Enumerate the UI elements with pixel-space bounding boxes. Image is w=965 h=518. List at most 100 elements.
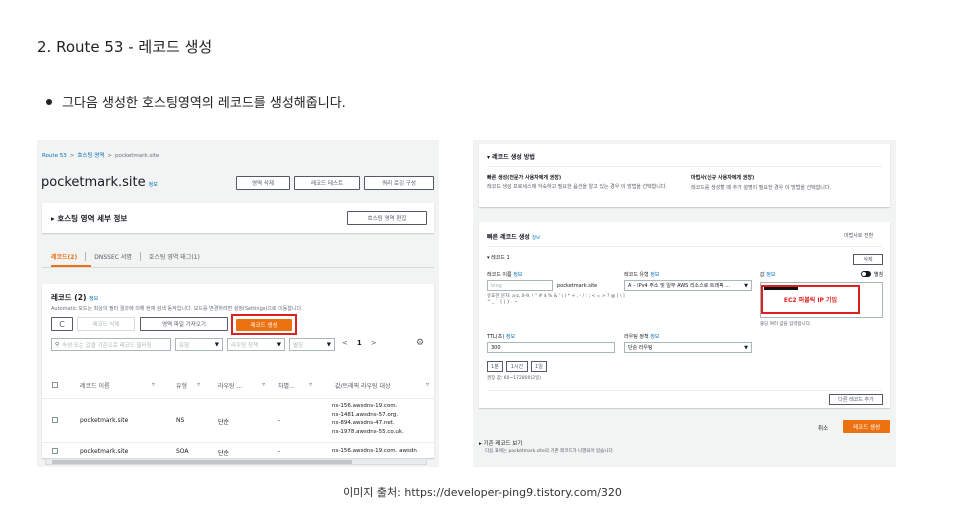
tab-records[interactable]: 레코드(2)	[51, 252, 87, 261]
ec2-ip-note: EC2 퍼블릭 IP 기입	[783, 297, 838, 304]
wizard-option[interactable]: 마법사(신규 사용자에게 권장)	[691, 174, 754, 181]
switch-to-wizard-link[interactable]: 마법사로 전환	[844, 232, 873, 239]
column-header-type[interactable]: 유형	[176, 381, 187, 390]
create-records-button[interactable]: 레코드 생성	[843, 420, 890, 433]
bullet-item: 그다음 생성한 호스팅영역의 레코드를 생성해줍니다.	[46, 92, 346, 111]
select-all-checkbox[interactable]	[52, 382, 58, 388]
scrollbar-thumb[interactable]	[52, 460, 352, 464]
breadcrumb-route53[interactable]: Route 53	[42, 153, 67, 159]
prev-page-button[interactable]: <	[342, 339, 348, 347]
create-record-screenshot: ▾ 레코드 생성 방법 빠른 생성(전문가 사용자에게 권장) 레코드 생성 프…	[473, 140, 896, 467]
record-value-line: ns-156.awsdns-19.com.	[332, 403, 398, 409]
record-name: pocketmark.site	[80, 417, 129, 424]
alias-filter-label: 별칭	[293, 342, 304, 349]
record-name-placeholder: blog	[491, 282, 502, 289]
domain-suffix: pocketmark.site	[557, 283, 598, 289]
delete-record-button[interactable]: 레코드 삭제	[77, 317, 135, 331]
tab-tags[interactable]: 호스팅 영역 태그(1)	[141, 252, 208, 261]
divider	[487, 390, 882, 391]
info-link[interactable]: 정보	[149, 182, 158, 188]
row-checkbox[interactable]	[52, 448, 58, 454]
breadcrumb-separator: >	[69, 153, 75, 159]
horizontal-scrollbar[interactable]	[45, 458, 427, 465]
ttl-label: TTL(초) 정보	[487, 333, 515, 340]
ttl-1hour-button[interactable]: 1시간	[506, 361, 528, 372]
record-differentiator: -	[278, 417, 281, 424]
existing-records-toggle[interactable]: ▸ 기존 레코드 보기	[479, 439, 522, 447]
row-checkbox[interactable]	[52, 417, 58, 423]
quick-create-option[interactable]: 빠른 생성(전문가 사용자에게 권장)	[487, 174, 561, 181]
info-link[interactable]: 정보	[650, 272, 659, 278]
refresh-icon: C	[59, 319, 65, 329]
quick-create-title: 빠른 레코드 생성 정보	[487, 232, 540, 241]
info-link[interactable]: 정보	[532, 236, 540, 241]
type-filter-dropdown[interactable]: 유형 ▼	[175, 338, 223, 351]
query-logging-button[interactable]: 쿼리 로깅 구성	[364, 176, 434, 190]
table-row[interactable]: pocketmark.site NS 단순 - ns-156.awsdns-19…	[42, 398, 434, 440]
info-link[interactable]: 정보	[766, 272, 775, 278]
value-label: 값 정보	[760, 271, 775, 278]
quick-create-description: 레코드 생성 프로세스에 익숙하고 필요한 옵션을 알고 있는 경우 이 방법을…	[487, 184, 668, 190]
alias-toggle[interactable]	[861, 271, 871, 277]
chevron-down-icon: ▼	[744, 344, 748, 351]
chevron-down-icon: ▼	[326, 341, 331, 348]
info-link[interactable]: 정보	[506, 334, 515, 340]
sort-icon[interactable]: ▿	[152, 381, 155, 388]
info-link[interactable]: 정보	[89, 296, 98, 302]
quick-create-title-text: 빠른 레코드 생성	[487, 234, 530, 241]
record-name-input[interactable]: blog	[487, 280, 553, 291]
record-value-line: ns-1978.awsdns-55.co.uk.	[332, 428, 404, 435]
hosted-zone-screenshot: Route 53 > 호스팅 영역 > pocketmark.site pocketma…	[37, 140, 439, 467]
record-type-label-text: 레코드 유형	[624, 272, 649, 278]
record-type: SOA	[176, 448, 189, 455]
record-type-label: 레코드 유형 정보	[624, 271, 659, 278]
policy-filter-dropdown[interactable]: 라우팅 정책 ▼	[227, 338, 285, 351]
next-page-button[interactable]: >	[371, 339, 377, 347]
ttl-1min-button[interactable]: 1분	[487, 361, 503, 372]
edit-zone-button[interactable]: 호스팅 영역 편집	[347, 211, 427, 225]
refresh-button[interactable]: C	[51, 317, 73, 331]
sort-icon[interactable]: ▿	[262, 381, 265, 388]
quick-create-card: 빠른 레코드 생성 정보 마법사로 전환 ▾ 레코드 1 삭제 레코드 이름 정…	[479, 222, 890, 408]
record-search-input[interactable]: ⚲ 속성 또는 값을 기준으로 레코드 필터링	[51, 338, 171, 351]
zone-details-toggle[interactable]: ▸ 호스팅 영역 세부 정보	[51, 213, 127, 224]
column-header-name[interactable]: 레코드 이름	[80, 381, 110, 390]
record-value: ns-156.awsdns-19.com. awsdn	[332, 448, 417, 454]
sort-icon[interactable]: ▿	[309, 381, 312, 388]
column-header-policy[interactable]: 라우팅 ...	[218, 381, 242, 390]
image-caption: 이미지 출처: https://developer-ping9.tistory.…	[343, 486, 622, 499]
record-name-label-text: 레코드 이름	[487, 272, 512, 278]
column-header-value[interactable]: 값/트래픽 라우팅 대상	[335, 381, 391, 390]
column-header-differentiator[interactable]: 차별...	[278, 381, 295, 390]
record-type: NS	[176, 417, 185, 424]
policy-filter-label: 라우팅 정책	[231, 342, 259, 349]
bullet-text: 그다음 생성한 호스팅영역의 레코드를 생성해줍니다.	[62, 96, 346, 111]
chevron-down-icon: ▼	[276, 341, 281, 348]
record-1-toggle[interactable]: ▾ 레코드 1	[487, 254, 510, 261]
info-link[interactable]: 정보	[650, 334, 659, 340]
alias-filter-dropdown[interactable]: 별칭 ▼	[289, 338, 335, 351]
delete-record-button[interactable]: 삭제	[853, 254, 883, 265]
cancel-button[interactable]: 취소	[818, 424, 828, 432]
tab-dnssec[interactable]: DNSSEC 서명	[86, 252, 141, 261]
record-type-select[interactable]: A – IPv4 주소 및 일부 AWS 리소스로 트래픽 ... ▼	[624, 280, 752, 291]
tab-bar: 레코드(2) DNSSEC 서명 호스팅 영역 태그(1)	[51, 252, 208, 261]
test-record-button[interactable]: 레코드 테스트	[294, 176, 360, 190]
table-row[interactable]: pocketmark.site SOA 단순 - ns-156.awsdns-1…	[42, 442, 434, 458]
chevron-down-icon: ▼	[214, 341, 219, 348]
info-link[interactable]: 정보	[513, 272, 522, 278]
ttl-input[interactable]: 300	[487, 342, 615, 353]
sort-icon[interactable]: ▿	[197, 381, 200, 388]
add-another-record-button[interactable]: 다른 레코드 추가	[829, 394, 883, 405]
gear-icon[interactable]: ⚙	[416, 338, 424, 348]
creation-method-toggle[interactable]: ▾ 레코드 생성 방법	[487, 152, 535, 161]
import-zone-file-button[interactable]: 영역 파일 가져오기	[140, 317, 228, 331]
record-name-hint: 유효한 문자: a-z, 0-9, ! " # $ % & ' ( ) * + …	[487, 294, 625, 305]
sort-icon[interactable]: ▿	[426, 381, 429, 388]
breadcrumb-hosted-zones[interactable]: 호스팅 영역	[77, 153, 104, 159]
routing-policy-value: 단순 라우팅	[628, 345, 653, 351]
routing-policy-select[interactable]: 단순 라우팅 ▼	[624, 342, 752, 353]
page-number[interactable]: 1	[357, 339, 362, 347]
delete-zone-button[interactable]: 영역 삭제	[236, 176, 290, 190]
ttl-1day-button[interactable]: 1일	[531, 361, 547, 372]
